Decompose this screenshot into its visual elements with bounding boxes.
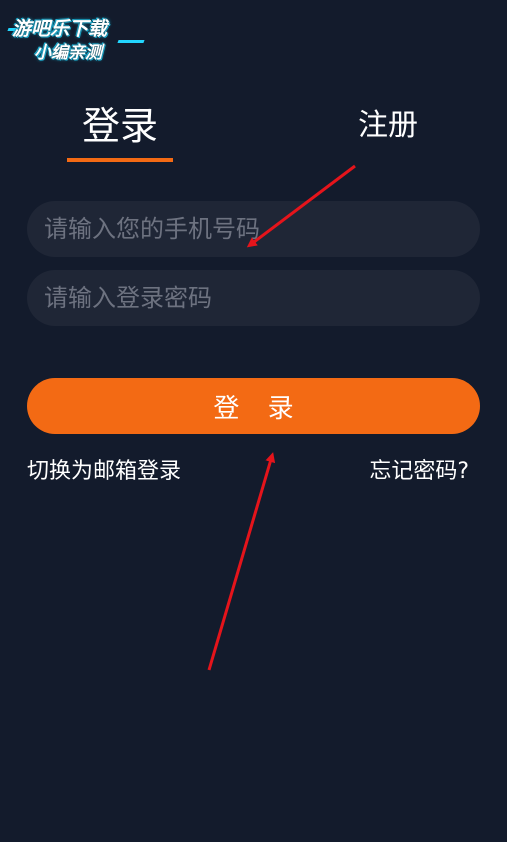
annotation-arrow-to-login-button [207, 452, 276, 671]
watermark-logo: 游吧乐下载 小编亲测 [7, 10, 148, 66]
forgot-password-link[interactable]: 忘记密码? [369, 456, 469, 488]
tab-login[interactable]: 登录 [67, 100, 173, 152]
phone-number-input[interactable] [27, 201, 480, 257]
tab-register[interactable]: 注册 [352, 104, 424, 148]
switch-to-email-login-link[interactable]: 切换为邮箱登录 [27, 456, 181, 488]
watermark-text-line1: 游吧乐下载 [12, 18, 108, 40]
login-button[interactable]: 登 录 [27, 378, 480, 434]
tab-login-active-indicator [67, 158, 173, 162]
password-input[interactable] [27, 270, 480, 326]
watermark-streak [117, 40, 145, 43]
watermark-text-line2: 小编亲测 [34, 43, 102, 63]
